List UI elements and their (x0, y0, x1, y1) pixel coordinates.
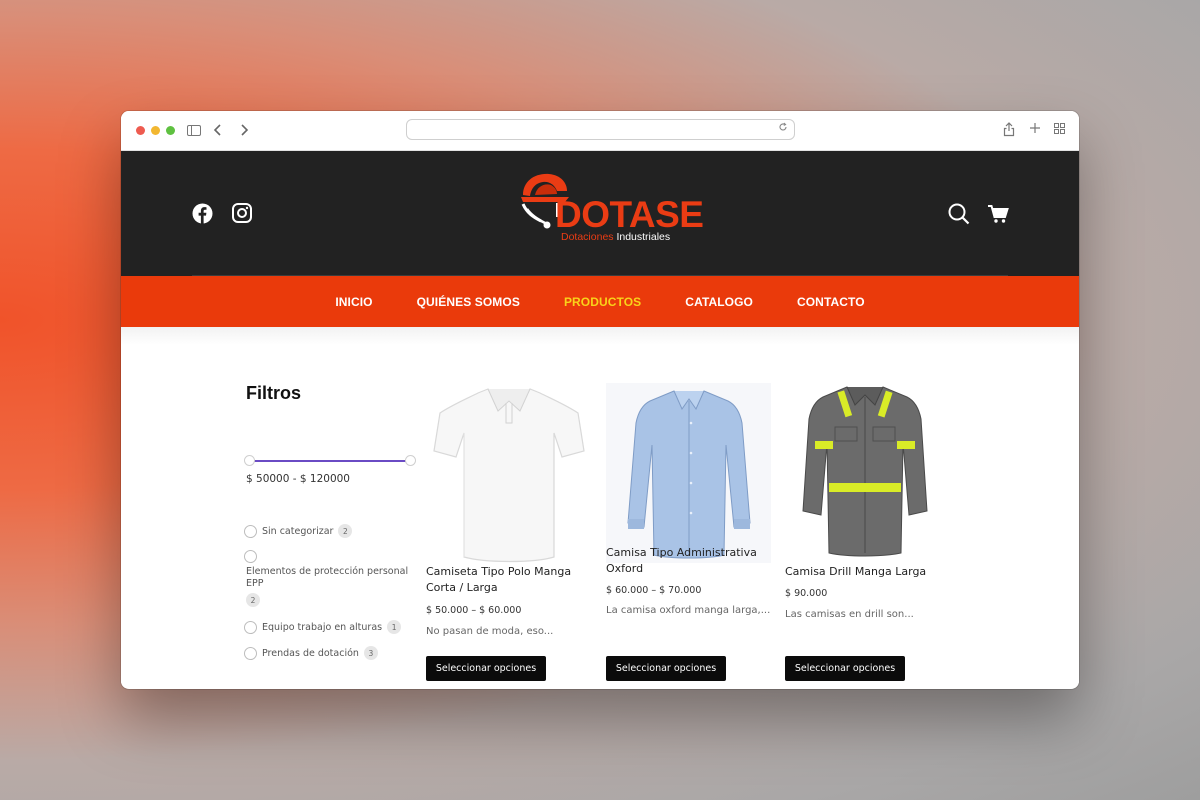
product-name-line: Camisa Drill Manga Larga (785, 565, 927, 578)
product-image-oxford[interactable] (606, 383, 771, 563)
main-navigation: INICIO QUIÉNES SOMOS PRODUCTOS CATALOGO … (121, 276, 1079, 327)
share-icon[interactable] (1003, 122, 1015, 140)
price-range-text: $ 50000 - $ 120000 (246, 473, 350, 485)
product-name-line: Camisa Tipo Administrativa (606, 546, 757, 559)
filters-sidebar: Filtros $ 50000 - $ 120000 Sin categoriz… (244, 383, 421, 660)
nav-item-productos[interactable]: PRODUCTOS (564, 295, 641, 309)
category-radio[interactable] (244, 550, 257, 563)
product-price: $ 50.000 – $ 60.000 (426, 605, 522, 616)
new-tab-icon[interactable] (1029, 122, 1041, 137)
select-options-button[interactable]: Seleccionar opciones (426, 656, 546, 681)
price-slider-max-handle[interactable] (405, 455, 416, 466)
product-name[interactable]: Camisa Tipo Administrativa Oxford (606, 545, 757, 577)
back-icon[interactable] (213, 123, 223, 140)
product-card[interactable]: Camisa Tipo Administrativa Oxford $ 60.0… (606, 383, 771, 681)
category-radio[interactable] (244, 646, 257, 660)
browser-window: DOTASE Dotaciones Industriales INICIO QU… (121, 111, 1079, 689)
browser-toolbar (121, 111, 1079, 151)
facebook-icon[interactable] (192, 203, 213, 228)
product-name-line: Corta / Larga (426, 581, 498, 594)
category-count-wrapper: 2 (246, 593, 260, 607)
category-label: Prendas de dotación (262, 647, 359, 659)
product-image-polo[interactable] (426, 383, 591, 563)
zoom-window-button[interactable] (166, 126, 175, 135)
category-radio[interactable] (244, 620, 257, 634)
logo-tagline: Dotaciones Industriales (561, 231, 670, 243)
instagram-icon[interactable] (232, 203, 252, 227)
select-options-button[interactable]: Seleccionar opciones (606, 656, 726, 681)
nav-item-inicio[interactable]: INICIO (335, 295, 372, 309)
minimize-window-button[interactable] (151, 126, 160, 135)
product-card[interactable]: Camisa Drill Manga Larga $ 90.000 Las ca… (785, 383, 950, 681)
reload-icon[interactable] (778, 122, 788, 135)
nav-item-quienes-somos[interactable]: QUIÉNES SOMOS (417, 295, 520, 309)
category-count: 3 (363, 646, 378, 660)
product-price: $ 60.000 – $ 70.000 (606, 585, 702, 596)
category-radio[interactable] (244, 524, 257, 538)
logo-wordmark: DOTASE (555, 194, 704, 235)
category-label: Equipo trabajo en alturas (262, 621, 383, 633)
sidebar-toggle-icon[interactable] (187, 125, 201, 136)
close-window-button[interactable] (136, 126, 145, 135)
product-name[interactable]: Camisa Drill Manga Larga (785, 564, 926, 580)
product-name-line: Oxford (606, 562, 644, 575)
forward-icon[interactable] (239, 123, 249, 140)
cart-icon[interactable] (987, 204, 1009, 228)
category-count: 1 (387, 620, 402, 634)
category-label-epp[interactable]: Elementos de protección personal EPP (246, 566, 411, 590)
price-slider[interactable] (244, 455, 416, 467)
category-filter-epp[interactable] (244, 550, 262, 563)
category-filter-dotacion[interactable]: Prendas de dotación 3 (244, 646, 378, 660)
tab-overview-icon[interactable] (1054, 123, 1065, 137)
product-name-line: Camiseta Tipo Polo Manga (426, 565, 572, 578)
header-divider (192, 275, 1008, 276)
select-options-button[interactable]: Seleccionar opciones (785, 656, 905, 681)
product-price: $ 90.000 (785, 588, 828, 599)
logo-tagline-part-2: Industriales (616, 231, 671, 243)
product-card[interactable]: Camiseta Tipo Polo Manga Corta / Larga $… (426, 383, 591, 681)
category-count: 2 (246, 593, 260, 607)
product-description: La camisa oxford manga larga,... (606, 605, 771, 616)
product-description: Las camisas en drill son... (785, 609, 914, 620)
category-filter-alturas[interactable]: Equipo trabajo en alturas 1 (244, 620, 402, 634)
logo-tagline-part-1: Dotaciones (561, 231, 614, 243)
price-slider-min-handle[interactable] (244, 455, 255, 466)
category-label: Elementos de protección personal EPP (246, 566, 409, 589)
shop-content: Filtros $ 50000 - $ 120000 Sin categoriz… (121, 327, 1079, 688)
address-bar[interactable] (406, 119, 795, 140)
search-icon[interactable] (948, 203, 970, 229)
site-logo[interactable]: DOTASE Dotaciones Industriales (517, 169, 704, 247)
category-filter-sin-categorizar[interactable]: Sin categorizar 2 (244, 524, 353, 538)
category-count: 2 (338, 524, 353, 538)
filters-title: Filtros (246, 383, 302, 403)
product-name[interactable]: Camiseta Tipo Polo Manga Corta / Larga (426, 564, 571, 596)
nav-item-contacto[interactable]: CONTACTO (797, 295, 865, 309)
product-description: No pasan de moda, eso... (426, 626, 554, 637)
site-header: DOTASE Dotaciones Industriales (121, 151, 1079, 276)
price-slider-track (248, 460, 412, 462)
window-controls (136, 126, 175, 135)
nav-item-catalogo[interactable]: CATALOGO (685, 295, 753, 309)
category-label: Sin categorizar (262, 525, 334, 537)
product-image-drill[interactable] (785, 383, 950, 563)
